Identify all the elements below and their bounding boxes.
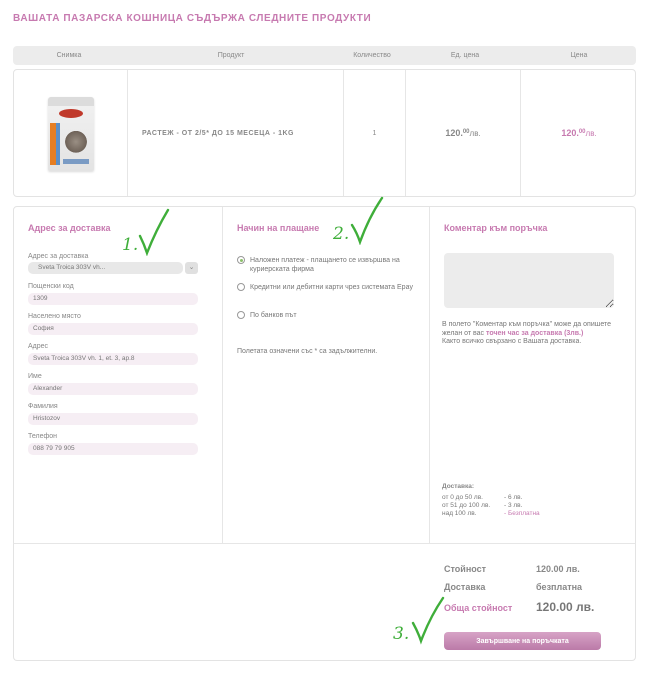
annotation-number-2: 2. xyxy=(332,224,349,244)
phone-field[interactable]: 088 79 79 905 xyxy=(28,443,198,455)
annotation-check-1: 1. xyxy=(122,208,170,256)
address-select[interactable]: Sveta Troica 303V vh... xyxy=(28,262,183,274)
order-comment-help: В полето "Коментар към поръчка" може да … xyxy=(442,321,612,345)
delivery-address-title: Адрес за доставка xyxy=(28,223,111,233)
radio-button[interactable] xyxy=(237,283,245,291)
column-unit-price: Ед. цена xyxy=(450,52,480,59)
annotation-check-3: 3. xyxy=(393,596,445,645)
first-name-field[interactable]: Alexander xyxy=(28,383,198,395)
product-image-cell xyxy=(14,70,127,196)
delivery-address-panel: Адрес за доставка Адрес за доставка Svet… xyxy=(14,207,222,543)
delivery-rate-row: над 100 лв. - Безплатна xyxy=(442,510,540,517)
payment-method-title: Начин на плащане xyxy=(237,223,320,233)
order-comment-textarea[interactable] xyxy=(444,253,614,308)
cart-product-row: РАСТЕЖ - ОТ 2/5* ДО 15 МЕСЕЦА - 1KG 1 12… xyxy=(13,69,636,197)
required-fields-note: Полетата означени със * са задължителни. xyxy=(237,348,378,355)
product-total-price: 120. 00 лв. xyxy=(520,70,637,196)
delivery-rate-row: от 0 до 50 лв. - 6 лв. xyxy=(442,494,523,501)
annotation-check-2: 2. xyxy=(332,196,384,245)
chevron-down-icon[interactable]: ⌄ xyxy=(185,262,198,274)
cat-food-bag-image[interactable] xyxy=(36,93,106,173)
radio-button[interactable] xyxy=(237,256,245,264)
payment-method-panel: Начин на плащане Наложен платеж - плащан… xyxy=(222,207,429,543)
column-quantity: Количество xyxy=(353,52,391,59)
product-name[interactable]: РАСТЕЖ - ОТ 2/5* ДО 15 МЕСЕЦА - 1KG xyxy=(127,70,343,196)
column-product: Продукт xyxy=(217,52,245,59)
column-image: Снимка xyxy=(56,52,82,59)
annotation-number-3: 3. xyxy=(393,624,409,644)
delivery-rate-row: от 51 до 100 лв. - 3 лв. xyxy=(442,502,523,509)
phone-label: Телефон xyxy=(28,433,58,440)
page-title: ВАШАТА ПАЗАРСКА КОШНИЦА СЪДЪРЖА СЛЕДНИТЕ… xyxy=(13,13,372,24)
subtotal-value: 120.00 лв. xyxy=(536,564,580,574)
payment-option-bank-transfer[interactable]: По банков път xyxy=(237,311,417,320)
postal-code-field[interactable]: 1309 xyxy=(28,293,198,305)
product-quantity: 1 xyxy=(343,70,405,196)
delivery-value: безплатна xyxy=(536,582,583,592)
last-name-field[interactable]: Hristozov xyxy=(28,413,198,425)
order-comment-panel: Коментар към поръчка В полето "Коментар … xyxy=(429,207,637,543)
payment-option-card[interactable]: Кредитни или дебитни карти чрез системат… xyxy=(237,283,417,292)
postal-code-label: Пощенски код xyxy=(28,283,74,290)
delivery-rates: Доставка: от 0 до 50 лв. - 6 лв. от 51 до… xyxy=(442,483,602,518)
order-comment-title: Коментар към поръчка xyxy=(444,223,548,233)
grand-total-value: 120.00 лв. xyxy=(536,600,595,614)
delivery-label: Доставка xyxy=(444,582,486,592)
city-label: Населено място xyxy=(28,313,81,320)
address-select-label: Адрес за доставка xyxy=(28,253,89,260)
finish-order-button[interactable]: Завършване на поръчката xyxy=(444,632,601,650)
last-name-label: Фамилия xyxy=(28,403,58,410)
annotation-number-1: 1. xyxy=(122,235,138,255)
column-price: Цена xyxy=(570,52,588,59)
order-totals: Стойност 120.00 лв. Доставка безплатна О… xyxy=(13,543,636,661)
product-unit-price: 120. 00 лв. xyxy=(405,70,520,196)
radio-button[interactable] xyxy=(237,311,245,319)
payment-option-cash-on-delivery[interactable]: Наложен платеж - плащането се извършва н… xyxy=(237,256,417,274)
address-label: Адрес xyxy=(28,343,49,350)
subtotal-label: Стойност xyxy=(444,564,487,574)
first-name-label: Име xyxy=(28,373,42,380)
city-field[interactable]: София xyxy=(28,323,198,335)
delivery-rates-title: Доставка: xyxy=(442,483,475,490)
checkout-panels: Адрес за доставка Адрес за доставка Svet… xyxy=(13,206,636,544)
grand-total-label: Обща стойност xyxy=(444,603,513,613)
cart-table-header: Снимка Продукт Количество Ед. цена Цена xyxy=(13,46,636,65)
address-field[interactable]: Sveta Troica 303V vh. 1, et. 3, ap.8 xyxy=(28,353,198,365)
